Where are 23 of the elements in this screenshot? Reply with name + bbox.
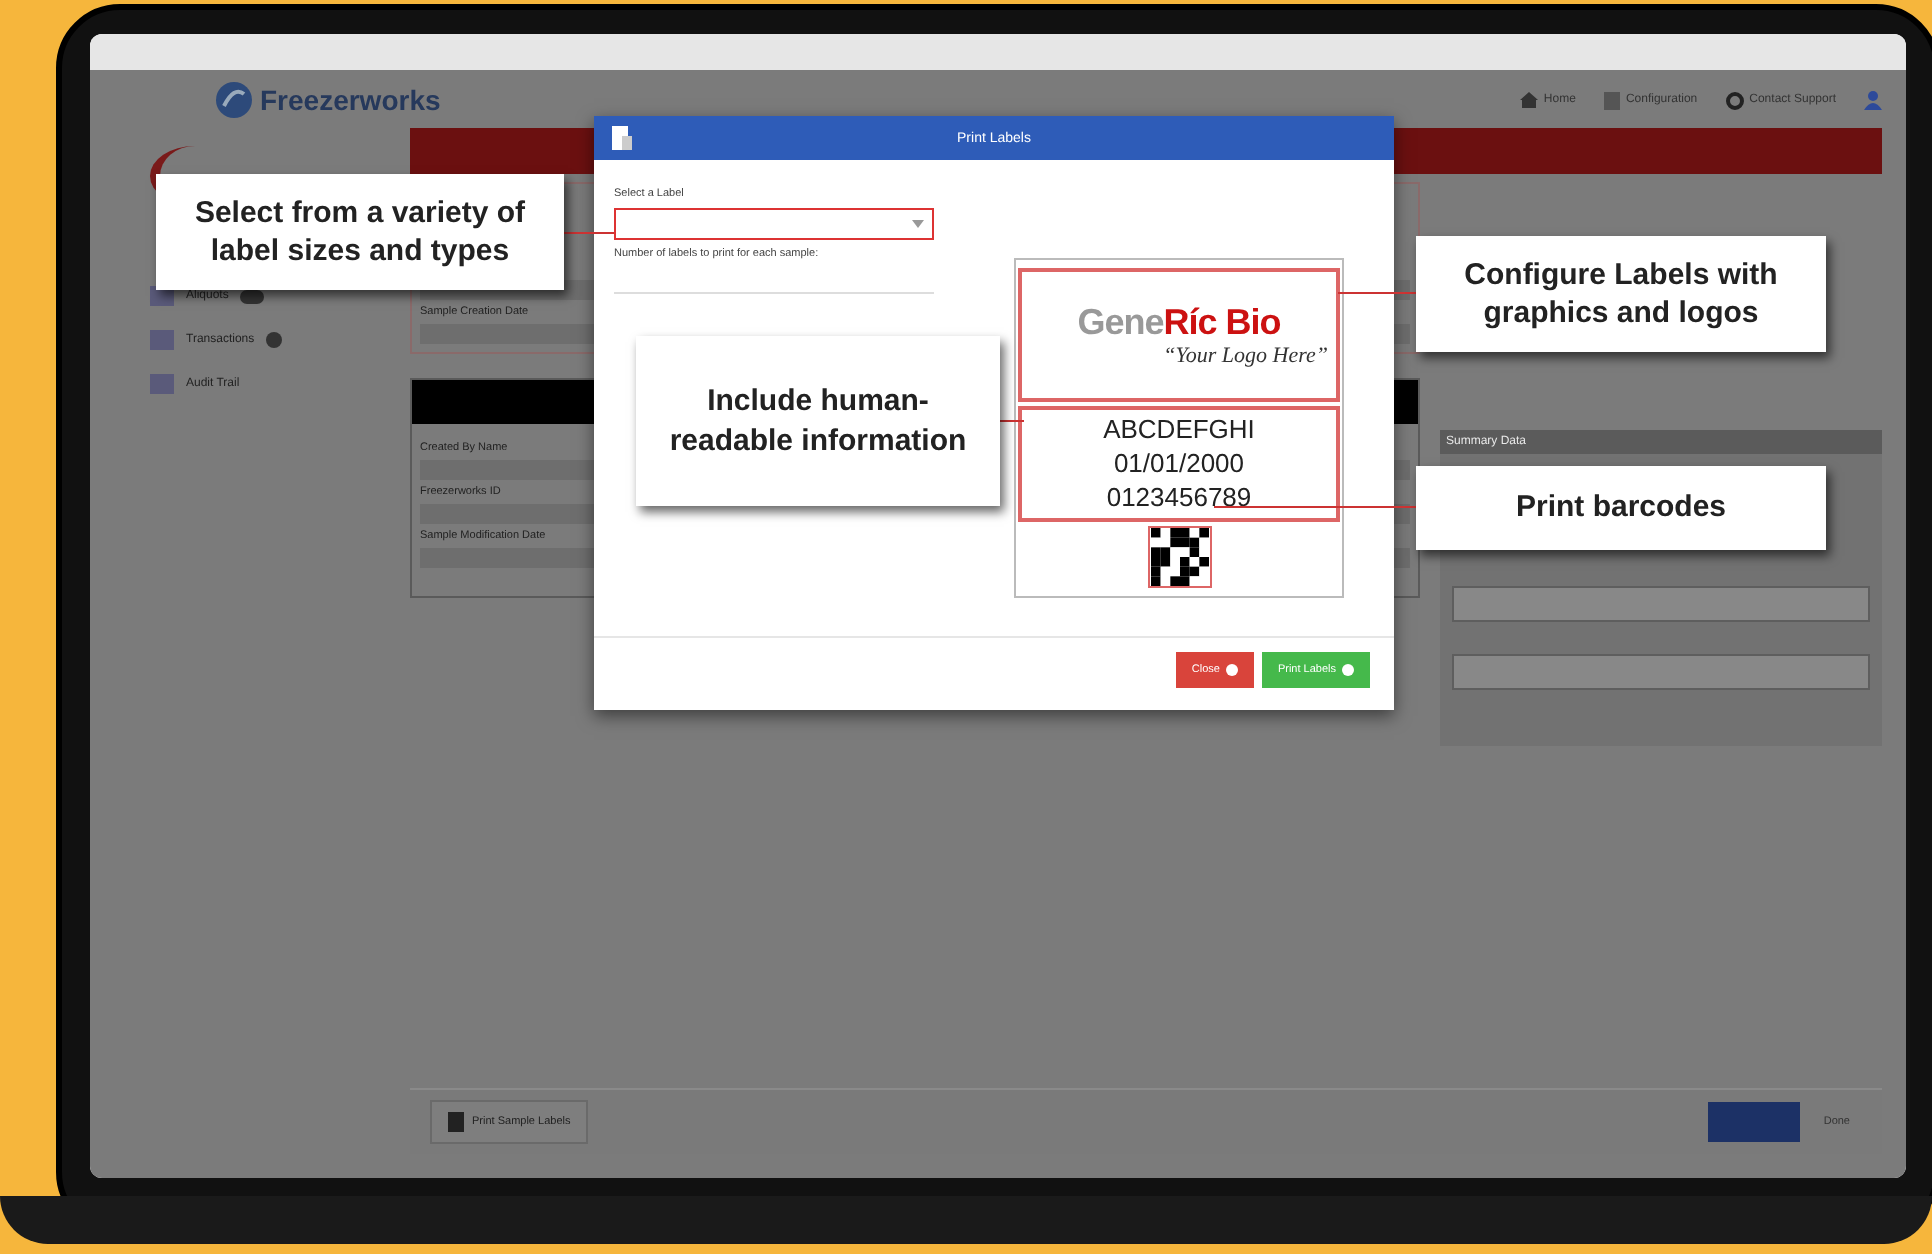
leader-line — [1000, 420, 1024, 422]
label-text: 01/01/2000 — [1113, 446, 1245, 481]
user-icon[interactable] — [1864, 90, 1882, 110]
company-logo: GeneRíc Bio “Your Logo Here” — [1018, 268, 1340, 402]
label-select[interactable] — [614, 208, 934, 240]
leader-line — [1338, 292, 1416, 294]
home-icon — [1519, 92, 1538, 108]
leader-line — [564, 232, 614, 234]
app-logo: Freezerworks — [260, 84, 441, 116]
caret-icon — [912, 220, 924, 228]
close-icon — [1225, 664, 1238, 676]
logo-icon — [214, 80, 254, 120]
callout: Print barcodes — [1416, 466, 1826, 550]
label-text: ABCDEFGHI — [1103, 412, 1255, 447]
label-text: 0123456789 — [1106, 480, 1252, 515]
callout: Include human-readable information — [636, 336, 1000, 506]
printer-icon — [448, 1112, 464, 1132]
printer-icon — [610, 124, 634, 152]
ring-icon — [1725, 91, 1744, 109]
barcode-icon — [1147, 525, 1211, 588]
callout: Configure Labels with graphics and logos — [1416, 236, 1826, 352]
callout: Select from a variety of label sizes and types — [156, 174, 564, 290]
document-icon — [1603, 91, 1620, 109]
